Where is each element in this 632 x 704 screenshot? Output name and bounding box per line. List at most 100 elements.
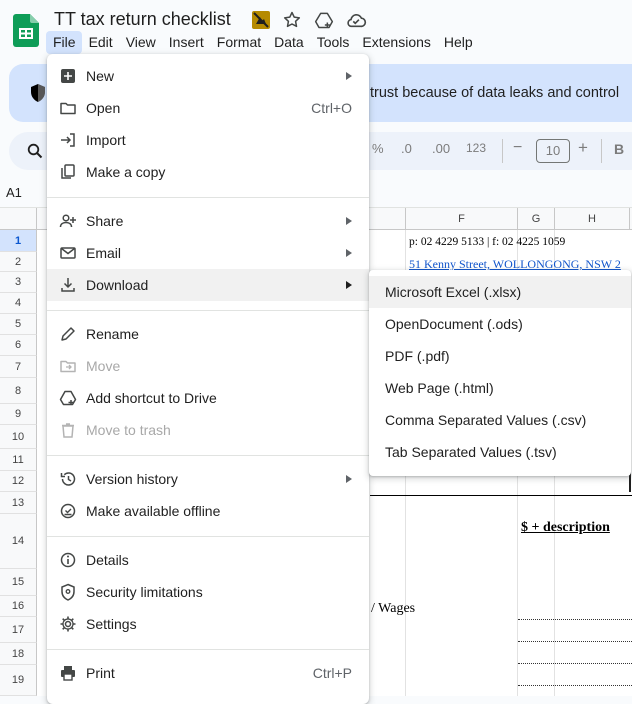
submenu-arrow-icon <box>346 72 352 80</box>
move-to-drive-icon[interactable] <box>313 9 335 31</box>
download-icon <box>59 276 77 294</box>
menu-item-label: New <box>86 68 115 84</box>
menu-help[interactable]: Help <box>437 31 479 54</box>
row-header[interactable]: 2 <box>0 252 37 272</box>
sheets-logo-icon[interactable] <box>13 14 39 47</box>
row-header[interactable]: 9 <box>0 404 37 425</box>
select-all-corner[interactable] <box>0 208 37 230</box>
font-size-increase-button[interactable]: + <box>578 138 588 158</box>
menu-bar: File Edit View Insert Format Data Tools … <box>46 30 479 54</box>
row-header[interactable]: 8 <box>0 378 37 404</box>
dotted-entry-line <box>518 685 632 686</box>
menu-item-open[interactable]: Open Ctrl+O <box>47 92 369 124</box>
menu-item-download[interactable]: Download <box>47 269 369 301</box>
row-header[interactable]: 19 <box>0 665 37 696</box>
document-title[interactable]: TT tax return checklist <box>54 9 231 30</box>
decrease-decimal-button[interactable]: .0 <box>401 141 412 156</box>
menu-item-print[interactable]: Print Ctrl+P <box>47 657 369 689</box>
menu-item-new[interactable]: New <box>47 60 369 92</box>
import-icon <box>59 131 77 149</box>
menu-data[interactable]: Data <box>267 31 310 54</box>
column-header-g[interactable]: G <box>518 208 555 230</box>
menu-extensions[interactable]: Extensions <box>355 31 436 54</box>
menu-item-add-shortcut[interactable]: Add shortcut to Drive <box>47 382 369 414</box>
menu-format[interactable]: Format <box>210 31 267 54</box>
menu-item-rename[interactable]: Rename <box>47 318 369 350</box>
menu-edit[interactable]: Edit <box>82 31 119 54</box>
bold-button[interactable]: B <box>614 141 624 157</box>
download-html[interactable]: Web Page (.html) <box>369 372 631 404</box>
sensitivity-label-icon[interactable] <box>250 9 272 31</box>
menu-item-version-history[interactable]: Version history <box>47 463 369 495</box>
download-submenu: Microsoft Excel (.xlsx) OpenDocument (.o… <box>369 270 631 476</box>
row-header[interactable]: 16 <box>0 596 37 617</box>
menu-item-label: Details <box>86 552 129 568</box>
menu-separator <box>47 310 369 311</box>
menu-item-label: Add shortcut to Drive <box>86 390 217 406</box>
row-header[interactable]: 11 <box>0 449 37 471</box>
file-menu: New Open Ctrl+O Import Make a copy Share… <box>47 54 369 704</box>
menu-item-share[interactable]: Share <box>47 205 369 237</box>
row-header[interactable]: 13 <box>0 492 37 514</box>
menu-item-details[interactable]: Details <box>47 544 369 576</box>
row-header[interactable]: 18 <box>0 643 37 665</box>
menu-item-make-a-copy[interactable]: Make a copy <box>47 156 369 188</box>
row-header[interactable]: 10 <box>0 425 37 449</box>
dotted-entry-line <box>518 641 632 642</box>
menu-item-make-available-offline[interactable]: Make available offline <box>47 495 369 527</box>
menu-file[interactable]: File <box>46 30 82 54</box>
menu-item-import[interactable]: Import <box>47 124 369 156</box>
menu-item-label: Version history <box>86 471 178 487</box>
menu-item-move: Move <box>47 350 369 382</box>
increase-decimal-button[interactable]: .00 <box>432 141 450 156</box>
submenu-arrow-icon <box>346 281 352 289</box>
row-header[interactable]: 14 <box>0 514 37 569</box>
menu-shortcut: Ctrl+O <box>311 100 352 116</box>
download-pdf[interactable]: PDF (.pdf) <box>369 340 631 372</box>
number-format-button[interactable]: 123 <box>466 141 486 155</box>
column-header-h[interactable]: H <box>555 208 630 230</box>
menu-item-settings[interactable]: Settings <box>47 608 369 640</box>
submenu-arrow-icon <box>346 475 352 483</box>
row-header[interactable]: 7 <box>0 356 37 378</box>
gear-icon <box>59 615 77 633</box>
row-header[interactable]: 15 <box>0 569 37 596</box>
menu-item-label: Make a copy <box>86 164 166 180</box>
menu-item-label: Rename <box>86 326 139 342</box>
row-header[interactable]: 3 <box>0 272 37 293</box>
search-menus-icon[interactable] <box>27 143 43 159</box>
drive-shortcut-icon <box>59 389 77 407</box>
cloud-saved-icon[interactable] <box>345 9 367 31</box>
star-icon[interactable] <box>281 9 303 31</box>
download-tsv[interactable]: Tab Separated Values (.tsv) <box>369 436 631 468</box>
menu-tools[interactable]: Tools <box>310 31 356 54</box>
font-size-decrease-button[interactable]: − <box>513 139 522 157</box>
submenu-item-label: OpenDocument (.ods) <box>385 316 523 332</box>
menu-insert[interactable]: Insert <box>162 31 210 54</box>
submenu-item-label: PDF (.pdf) <box>385 348 450 364</box>
menu-item-label: Settings <box>86 616 137 632</box>
menu-item-label: Email <box>86 245 122 261</box>
row-header[interactable]: 5 <box>0 314 37 335</box>
row-header[interactable]: 12 <box>0 471 37 492</box>
row-header[interactable]: 17 <box>0 617 37 643</box>
row-header[interactable]: 4 <box>0 293 37 314</box>
row-header[interactable]: 1 <box>0 230 37 252</box>
menu-item-email[interactable]: Email <box>47 237 369 269</box>
toolbar-divider <box>601 139 602 163</box>
download-ods[interactable]: OpenDocument (.ods) <box>369 308 631 340</box>
menu-view[interactable]: View <box>119 31 162 54</box>
name-box[interactable]: A1 <box>6 185 22 200</box>
row-header[interactable]: 6 <box>0 335 37 356</box>
column-header-f[interactable]: F <box>406 208 518 230</box>
download-xlsx[interactable]: Microsoft Excel (.xlsx) <box>369 276 631 308</box>
font-size-input[interactable]: 10 <box>536 139 570 163</box>
submenu-item-label: Tab Separated Values (.tsv) <box>385 444 557 460</box>
printer-icon <box>59 664 77 682</box>
copy-icon <box>59 163 77 181</box>
format-percent-button[interactable]: % <box>372 141 384 156</box>
download-csv[interactable]: Comma Separated Values (.csv) <box>369 404 631 436</box>
menu-separator <box>47 455 369 456</box>
menu-item-move-to-trash: Move to trash <box>47 414 369 446</box>
menu-item-security-limitations[interactable]: Security limitations <box>47 576 369 608</box>
